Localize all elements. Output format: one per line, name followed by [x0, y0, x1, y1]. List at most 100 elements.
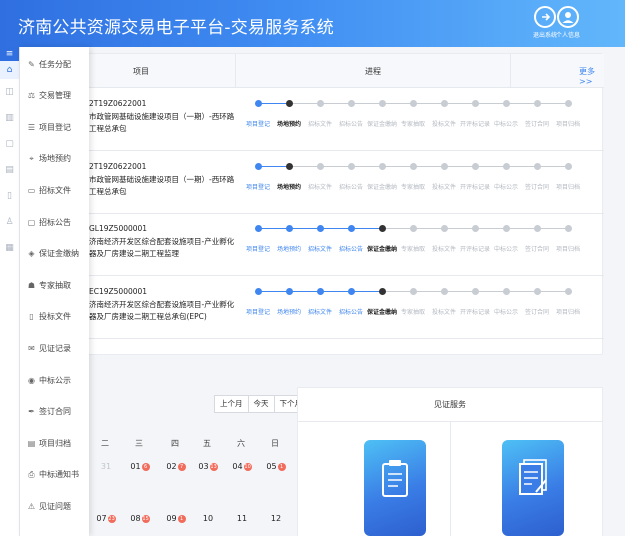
- rail-user-icon[interactable]: ♙: [0, 209, 19, 235]
- table-row[interactable]: GL19Z5000001 济南经济开发区综合配套设施项目-产业孵化器及厂房建设二期…: [55, 214, 604, 276]
- menu-item[interactable]: ☗ 专家抽取: [20, 275, 89, 295]
- stage-label[interactable]: 专家抽取: [401, 244, 425, 253]
- day-number: 12: [270, 514, 282, 523]
- calendar-day[interactable]: 08 15: [124, 514, 156, 523]
- menu-item[interactable]: ✎ 任务分配: [20, 54, 89, 74]
- rail-book-icon[interactable]: ▦: [0, 235, 19, 261]
- rail-table-icon[interactable]: ▤: [0, 157, 19, 183]
- calendar-day[interactable]: 01 6: [124, 462, 156, 471]
- project-name: 济南经济开发区综合配套设施项目-产业孵化器及厂房建设二期工程总承包(EPC): [89, 299, 235, 321]
- stage-dot: [564, 100, 572, 107]
- stage-label[interactable]: 招标公告: [339, 119, 363, 128]
- stage-label[interactable]: 投标文件: [432, 182, 456, 191]
- calendar-day[interactable]: 09 1: [160, 514, 192, 523]
- stage-label[interactable]: 投标文件: [432, 119, 456, 128]
- stage-label[interactable]: 签订合同: [525, 182, 549, 191]
- calendar-day[interactable]: 10: [192, 514, 224, 523]
- menu-item[interactable]: ◈ 保证金缴纳: [20, 244, 89, 264]
- rail-doc-icon[interactable]: ▯: [0, 183, 19, 209]
- stage-label[interactable]: 投标文件: [432, 244, 456, 253]
- stage-label[interactable]: 招标公告: [339, 307, 363, 316]
- menu-item[interactable]: ⎙ 中标通知书: [20, 465, 89, 485]
- day-number: 07: [96, 514, 107, 523]
- calendar-day[interactable]: 03 13: [192, 462, 224, 471]
- stage-label[interactable]: 签订合同: [525, 244, 549, 253]
- stage-label[interactable]: 保证金缴纳: [367, 244, 397, 253]
- table-row[interactable]: 2T19Z0622001 市政管网基础设施建设项目（一期）-西环路工程总承包 项目登…: [55, 89, 604, 151]
- service-tile-document[interactable]: [502, 440, 564, 536]
- table-row[interactable]: EC19Z5000001 济南经济开发区综合配套设施项目-产业孵化器及厂房建设二期…: [55, 277, 604, 339]
- stage-label[interactable]: 保证金缴纳: [367, 119, 397, 128]
- menu-item[interactable]: ▢ 招标公告: [20, 212, 89, 232]
- calendar-day[interactable]: 31: [90, 462, 122, 471]
- stage-label[interactable]: 签订合同: [525, 119, 549, 128]
- stage-label[interactable]: 专家抽取: [401, 119, 425, 128]
- stage-label[interactable]: 保证金缴纳: [367, 307, 397, 316]
- menu-item[interactable]: ⚖ 交易管理: [20, 86, 89, 106]
- menu-item[interactable]: ◉ 中标公示: [20, 370, 89, 390]
- table-row[interactable]: 2T19Z0622001 市政管网基础设施建设项目（一期）-西环路工程总承包 项目登…: [55, 152, 604, 214]
- menu-item[interactable]: ⌖ 场地预约: [20, 149, 89, 169]
- stage-label[interactable]: 中标公示: [494, 244, 518, 253]
- stage-label[interactable]: 招标文件: [308, 119, 332, 128]
- menu-item-label: 场地预约: [39, 154, 71, 164]
- menu-item[interactable]: ⚠ 见证问题: [20, 496, 89, 516]
- stage-label[interactable]: 场地预约: [277, 182, 301, 191]
- calendar-day[interactable]: 11: [226, 514, 258, 523]
- menu-item[interactable]: ▯ 投标文件: [20, 307, 89, 327]
- service-tile-clipboard[interactable]: [364, 440, 426, 536]
- calendar-day[interactable]: 12: [260, 514, 292, 523]
- stage-label[interactable]: 项目登记: [246, 244, 270, 253]
- prev-month-button[interactable]: 上个月: [215, 396, 249, 412]
- stage-label[interactable]: 开评标记录: [460, 182, 490, 191]
- calendar-day[interactable]: 05 1: [260, 462, 292, 471]
- stage-label[interactable]: 开评标记录: [460, 119, 490, 128]
- stage-label[interactable]: 中标公示: [494, 182, 518, 191]
- calendar-day[interactable]: 02 7: [160, 462, 192, 471]
- stage-label[interactable]: 保证金缴纳: [367, 182, 397, 191]
- stage-label[interactable]: 场地预约: [277, 307, 301, 316]
- stage-label[interactable]: 招标公告: [339, 182, 363, 191]
- stage-label[interactable]: 项目登记: [246, 119, 270, 128]
- stage-label[interactable]: 招标文件: [308, 244, 332, 253]
- rail-chart-icon[interactable]: ▥: [0, 105, 19, 131]
- today-button[interactable]: 今天: [249, 396, 275, 412]
- event-count-badge: 23: [107, 515, 116, 523]
- more-link[interactable]: 更多>>: [579, 66, 604, 86]
- stage-label[interactable]: 项目登记: [246, 182, 270, 191]
- stage-label[interactable]: 投标文件: [432, 307, 456, 316]
- user-button[interactable]: 个人信息: [552, 6, 584, 39]
- stage-label[interactable]: 项目归档: [556, 244, 580, 253]
- stage-label[interactable]: 招标文件: [308, 182, 332, 191]
- stage-label[interactable]: 场地预约: [277, 244, 301, 253]
- stage-label[interactable]: 中标公示: [494, 307, 518, 316]
- menu-item[interactable]: ▤ 项目归档: [20, 433, 89, 453]
- calendar-day[interactable]: 07 23: [90, 514, 122, 523]
- stage-label[interactable]: 招标公告: [339, 244, 363, 253]
- stage-label[interactable]: 项目归档: [556, 182, 580, 191]
- stage-label[interactable]: 招标文件: [308, 307, 332, 316]
- stage-label[interactable]: 签订合同: [525, 307, 549, 316]
- event-count-badge: 15: [141, 515, 150, 523]
- rail-gavel-icon[interactable]: ◫: [0, 79, 19, 105]
- rail-lock-icon[interactable]: ▢: [0, 131, 19, 157]
- stage-dot: [564, 225, 572, 232]
- menu-item[interactable]: ☰ 项目登记: [20, 117, 89, 137]
- progress-segment: [444, 228, 475, 229]
- stage-label[interactable]: 项目登记: [246, 307, 270, 316]
- stage-label[interactable]: 场地预约: [277, 119, 301, 128]
- menu-toggle-icon[interactable]: ≡: [0, 47, 19, 61]
- stage-label[interactable]: 开评标记录: [460, 307, 490, 316]
- stage-label[interactable]: 专家抽取: [401, 182, 425, 191]
- stage-label[interactable]: 专家抽取: [401, 307, 425, 316]
- stage-label[interactable]: 项目归档: [556, 119, 580, 128]
- icon-rail: ≡ ⌂ ◫ ▥ ▢ ▤ ▯ ♙ ▦: [0, 47, 20, 536]
- stage-label[interactable]: 开评标记录: [460, 244, 490, 253]
- menu-item[interactable]: ✉ 见证记录: [20, 338, 89, 358]
- stage-label[interactable]: 项目归档: [556, 307, 580, 316]
- home-icon[interactable]: ⌂: [0, 61, 19, 79]
- stage-label[interactable]: 中标公示: [494, 119, 518, 128]
- menu-item[interactable]: ▭ 招标文件: [20, 180, 89, 200]
- calendar-day[interactable]: 04 10: [226, 462, 258, 471]
- menu-item[interactable]: ✒ 签订合同: [20, 402, 89, 422]
